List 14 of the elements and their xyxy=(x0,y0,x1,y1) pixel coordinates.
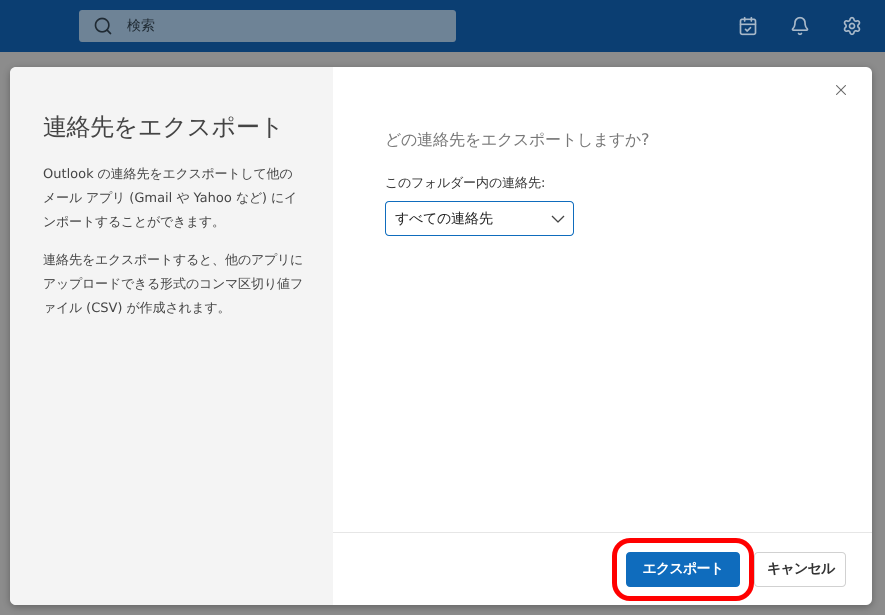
dialog-title: 連絡先をエクスポート xyxy=(43,112,285,143)
description-text: Outlook の連絡先をエクスポートして他のメール アプリ (Gmail や Yahoo など) にインポートすることができます。 xyxy=(43,166,298,232)
chevron-icon xyxy=(551,214,565,222)
search-icon xyxy=(93,16,113,36)
settings-icon[interactable] xyxy=(841,15,863,37)
question-text: どの連絡先をエクスポートしますか? xyxy=(385,130,650,151)
cancel-button[interactable]: キャンセル xyxy=(754,552,846,586)
export-button[interactable]: エクスポート xyxy=(626,552,740,586)
description-text: 連絡先をエクスポートすると、他のアプリにアップロードできる形式のコンマ区切り値ファイル (CSV) が作成されます。 xyxy=(43,252,303,318)
calendar-check-icon[interactable] xyxy=(737,15,759,37)
folder-dropdown[interactable]: すべての連絡先 xyxy=(385,201,574,236)
search-field[interactable]: 検索 xyxy=(79,10,456,42)
field-label: このフォルダー内の連絡先: xyxy=(385,175,546,192)
bell-icon[interactable] xyxy=(789,15,811,37)
